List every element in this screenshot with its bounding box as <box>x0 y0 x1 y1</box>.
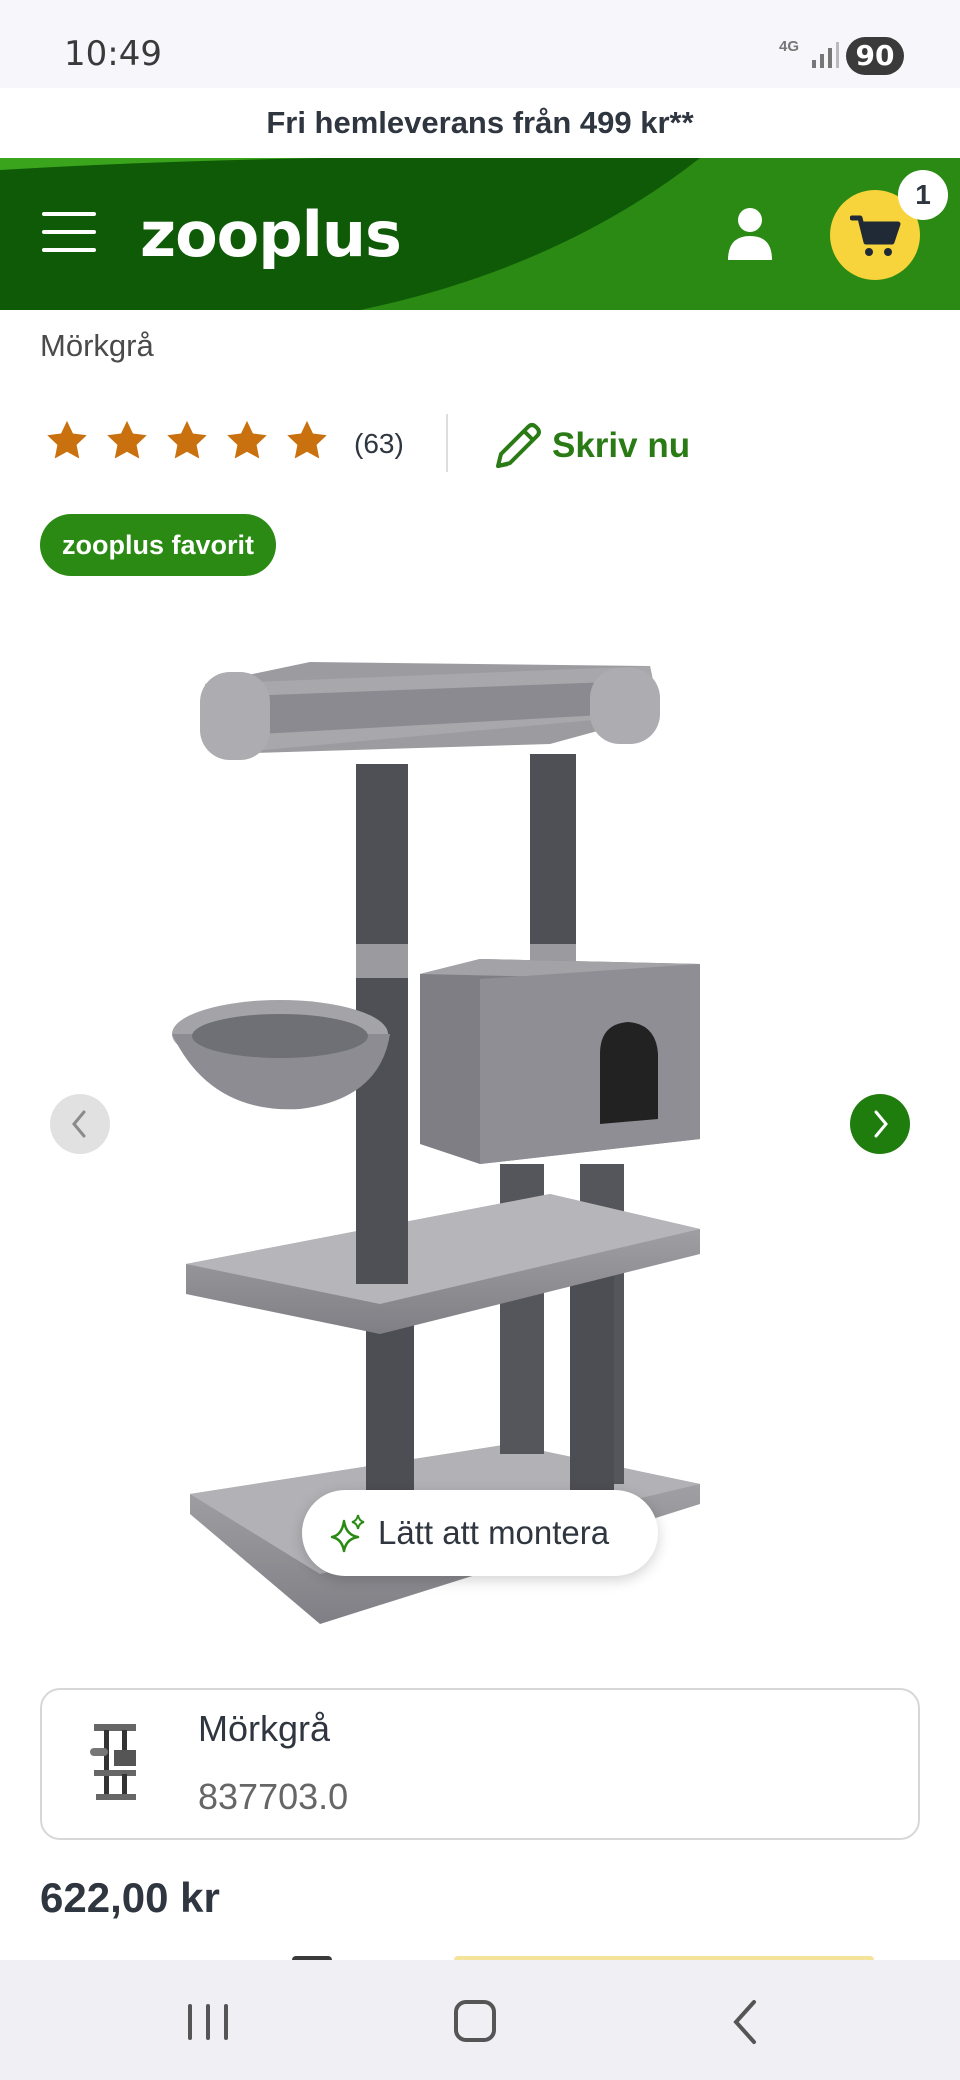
favorite-badge: zooplus favorit <box>40 514 277 576</box>
signal-icon <box>812 42 839 68</box>
rating-stars[interactable] <box>44 418 330 464</box>
status-bar: 10:49 4G 90 <box>0 0 960 88</box>
menu-icon[interactable] <box>42 212 96 252</box>
chevron-right-icon <box>874 1110 888 1138</box>
product-variant-label: Mörkgrå <box>40 328 154 363</box>
promo-banner[interactable]: Fri hemleverans från 499 kr** <box>0 88 960 160</box>
rating-divider <box>446 414 448 472</box>
write-review-link[interactable]: Skriv nu <box>492 420 690 472</box>
product-gallery[interactable] <box>0 620 960 1624</box>
cart-count-badge: 1 <box>898 170 948 220</box>
back-icon[interactable] <box>728 1998 764 2046</box>
variant-thumbnail <box>90 1724 136 1800</box>
write-review-label: Skriv nu <box>552 426 691 465</box>
rating-row: (63) Skriv nu <box>40 410 940 480</box>
battery-indicator: 90 <box>846 37 904 75</box>
home-button[interactable] <box>454 2000 496 2042</box>
review-count[interactable]: (63) <box>354 428 404 460</box>
star-icon <box>167 420 207 459</box>
recent-apps-button[interactable] <box>188 2004 228 2040</box>
cart-icon <box>850 215 901 256</box>
site-header: zooplus <box>0 158 960 310</box>
chevron-left-icon <box>72 1110 86 1138</box>
network-type: 4G <box>778 38 799 55</box>
user-icon[interactable] <box>726 206 774 262</box>
variant-selector[interactable]: Mörkgrå 837703.0 <box>40 1688 920 1840</box>
variant-sku: 837703.0 <box>198 1776 349 1817</box>
pencil-icon <box>496 423 541 468</box>
star-icon <box>47 420 87 459</box>
star-icon <box>227 420 267 459</box>
zooplus-logo[interactable]: zooplus <box>140 198 402 271</box>
easy-assembly-pill: Lätt att montera <box>302 1490 658 1576</box>
star-icon <box>107 420 147 459</box>
sparkle-icon <box>330 1514 365 1553</box>
status-time: 10:49 <box>64 34 162 74</box>
gallery-next-button[interactable] <box>850 1094 910 1154</box>
gallery-prev-button[interactable] <box>50 1094 110 1154</box>
product-price: 622,00 kr <box>40 1874 220 1921</box>
easy-assembly-label: Lätt att montera <box>378 1514 610 1551</box>
variant-name: Mörkgrå <box>198 1708 331 1749</box>
star-icon <box>287 420 327 459</box>
product-image <box>172 662 700 1624</box>
